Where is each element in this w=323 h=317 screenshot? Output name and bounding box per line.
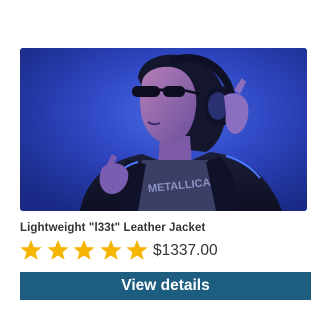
rating-and-price: $1337.00 [19,239,218,261]
star-icon [126,240,148,260]
product-price: $1337.00 [152,242,218,259]
star-rating [19,239,152,261]
star-icon [100,240,122,260]
star-icon [20,240,42,260]
product-image[interactable]: METALLICA [20,48,307,211]
star-icon [46,240,69,260]
view-details-button[interactable]: View details [20,272,311,300]
product-name: Lightweight "l33t" Leather Jacket [20,222,206,234]
star-icon [73,240,95,260]
product-photo: METALLICA [20,48,307,211]
product-card: METALLICA Lightweight "l33t" Leather Jac… [19,48,312,308]
